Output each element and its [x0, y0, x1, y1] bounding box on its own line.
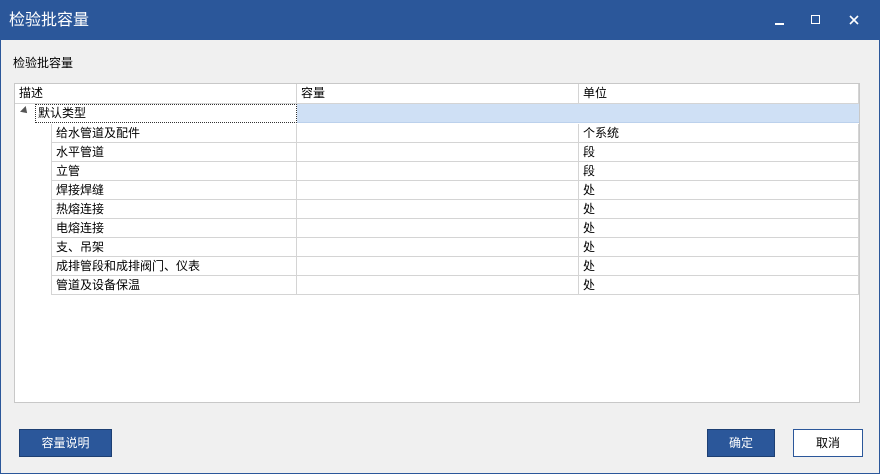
- grid-rows: 给水管道及配件 个系统 水平管道 段 立管 段 焊接焊缝 处 热熔连接 处 电熔…: [51, 124, 859, 295]
- capacity-cell[interactable]: [297, 181, 579, 199]
- capacity-cell[interactable]: [297, 257, 579, 275]
- maximize-button[interactable]: [801, 7, 831, 33]
- unit-cell: 处: [579, 257, 859, 275]
- table-row[interactable]: 热熔连接 处: [51, 200, 859, 219]
- column-header-capacity[interactable]: 容量: [297, 84, 579, 103]
- description-cell: 焊接焊缝: [51, 181, 297, 199]
- unit-cell: 处: [579, 276, 859, 294]
- table-row[interactable]: 管道及设备保温 处: [51, 276, 859, 295]
- capacity-help-button[interactable]: 容量说明: [19, 429, 112, 457]
- capacity-grid[interactable]: 描述 容量 单位 默认类型 给水管道及配件 个系统 水平管道 段 立管 段 焊接…: [14, 83, 860, 403]
- capacity-cell[interactable]: [297, 219, 579, 237]
- unit-cell: 段: [579, 143, 859, 161]
- capacity-cell[interactable]: [297, 238, 579, 256]
- table-row[interactable]: 成排管段和成排阀门、仪表 处: [51, 257, 859, 276]
- description-cell: 水平管道: [51, 143, 297, 161]
- unit-cell: 处: [579, 200, 859, 218]
- table-row[interactable]: 支、吊架 处: [51, 238, 859, 257]
- unit-cell: 处: [579, 238, 859, 256]
- window-title: 检验批容量: [9, 10, 90, 29]
- capacity-cell[interactable]: [297, 276, 579, 294]
- cancel-button[interactable]: 取消: [793, 429, 863, 457]
- table-row[interactable]: 电熔连接 处: [51, 219, 859, 238]
- capacity-cell[interactable]: [297, 200, 579, 218]
- column-header-unit[interactable]: 单位: [579, 84, 859, 103]
- grid-header: 描述 容量 单位: [15, 84, 859, 104]
- description-cell: 管道及设备保温: [51, 276, 297, 294]
- title-bar[interactable]: 检验批容量: [1, 1, 879, 40]
- section-label: 检验批容量: [13, 56, 74, 70]
- table-row[interactable]: 给水管道及配件 个系统: [51, 124, 859, 143]
- column-header-description[interactable]: 描述: [15, 84, 297, 103]
- description-cell: 热熔连接: [51, 200, 297, 218]
- table-row[interactable]: 立管 段: [51, 162, 859, 181]
- close-icon: [849, 15, 859, 25]
- close-button[interactable]: [839, 7, 869, 33]
- dialog-window: 检验批容量 检验批容量 描述 容量 单位 默认类型 给水管道及配件 个系统 水平…: [0, 0, 880, 474]
- unit-cell: 段: [579, 162, 859, 180]
- group-label[interactable]: 默认类型: [35, 104, 297, 123]
- unit-cell: 个系统: [579, 124, 859, 142]
- minimize-button[interactable]: [765, 7, 795, 33]
- description-cell: 立管: [51, 162, 297, 180]
- description-cell: 给水管道及配件: [51, 124, 297, 142]
- minimize-icon: [775, 23, 784, 25]
- capacity-cell[interactable]: [297, 124, 579, 142]
- unit-cell: 处: [579, 181, 859, 199]
- description-cell: 支、吊架: [51, 238, 297, 256]
- group-row[interactable]: 默认类型: [15, 104, 859, 123]
- description-cell: 成排管段和成排阀门、仪表: [51, 257, 297, 275]
- description-cell: 电熔连接: [51, 219, 297, 237]
- unit-cell: 处: [579, 219, 859, 237]
- capacity-cell[interactable]: [297, 162, 579, 180]
- table-row[interactable]: 焊接焊缝 处: [51, 181, 859, 200]
- capacity-cell[interactable]: [297, 143, 579, 161]
- group-row-highlight: [297, 104, 859, 123]
- table-row[interactable]: 水平管道 段: [51, 143, 859, 162]
- ok-button[interactable]: 确定: [707, 429, 775, 457]
- maximize-icon: [811, 15, 820, 24]
- expand-triangle-icon[interactable]: [20, 106, 30, 116]
